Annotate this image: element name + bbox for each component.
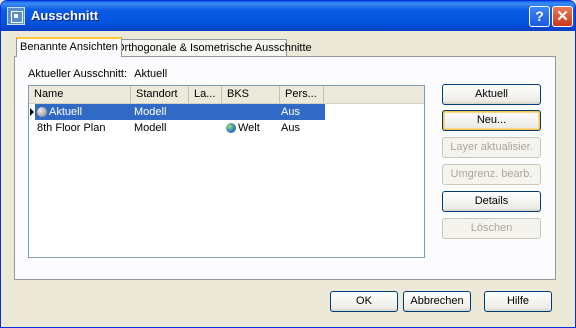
list-header: Name Standort La... BKS Pers... [29,86,424,104]
help-button[interactable]: Hilfe [484,291,552,312]
list-row-aktuell[interactable]: Aktuell Modell Aus [29,104,424,120]
column-header-bks[interactable]: BKS [222,86,280,103]
current-view-caption: Aktueller Ausschnitt: [28,68,128,80]
globe-icon [226,123,236,133]
camera-icon [37,107,47,117]
column-header-layer[interactable]: La... [189,86,222,103]
update-layers-button[interactable]: Layer aktualisier. [442,137,541,158]
delete-button[interactable]: Löschen [442,218,541,239]
row-name: 8th Floor Plan [37,122,106,134]
edit-boundaries-button[interactable]: Umgrenz. bearb. [442,164,541,185]
column-header-name[interactable]: Name [29,86,131,103]
help-title-button[interactable]: ? [529,6,550,27]
close-button[interactable]: ✕ [552,6,573,27]
window-title: Ausschnitt [31,8,99,23]
views-list[interactable]: Name Standort La... BKS Pers... Aktuell … [28,85,425,258]
column-header-standort[interactable]: Standort [131,86,189,103]
set-current-button[interactable]: Aktuell [442,84,541,105]
tab-named-views[interactable]: Benannte Ansichten [16,37,122,57]
row-bks: Welt [238,122,260,134]
row-standort: Modell [134,122,167,134]
cancel-button[interactable]: Abbrechen [403,291,471,312]
details-button[interactable]: Details [442,191,541,212]
dialog-window: Ausschnitt ? ✕ Orthogonale & Isometrisch… [0,0,576,328]
column-header-pers[interactable]: Pers... [280,86,324,103]
ok-button[interactable]: OK [330,291,398,312]
tab-orthogonal-views[interactable]: Orthogonale & Isometrische Ausschnitte [111,39,312,57]
row-name: Aktuell [49,106,83,118]
title-bar[interactable]: Ausschnitt ? ✕ [1,1,575,31]
row-standort: Modell [134,106,167,118]
row-pers: Aus [281,106,300,118]
list-row-8th-floor-plan[interactable]: 8th Floor Plan Modell Welt Aus [29,120,424,136]
new-view-button[interactable]: Neu... [442,110,541,131]
current-row-arrow-icon [30,108,34,116]
row-pers: Aus [281,122,300,134]
current-view-label: Aktueller Ausschnitt: Aktuell [28,68,167,80]
current-view-value: Aktuell [134,68,168,80]
viewport-app-icon [7,7,25,25]
